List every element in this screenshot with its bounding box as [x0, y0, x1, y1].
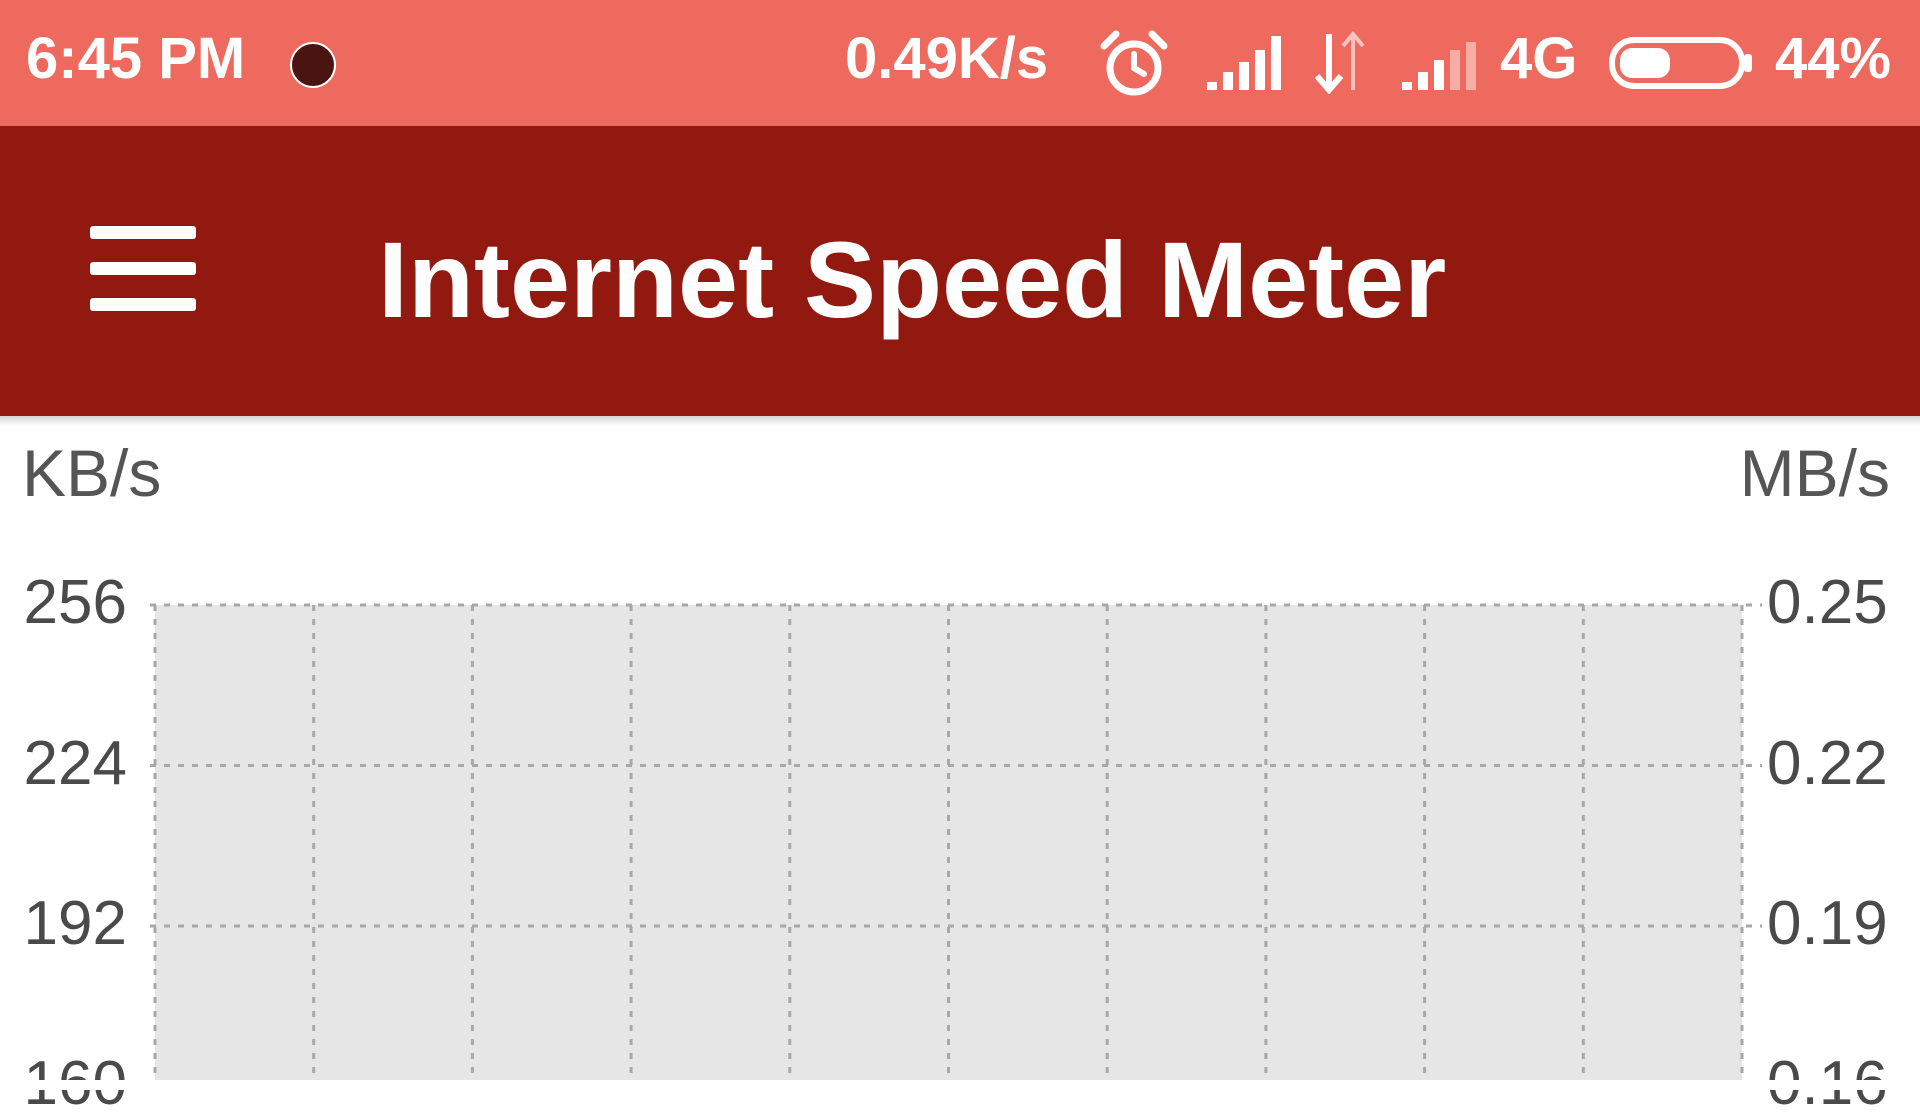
right-axis-unit: MB/s: [1739, 436, 1890, 510]
signal-strength-icon: [1402, 42, 1476, 90]
right-tick-label: 0.22: [1767, 729, 1888, 798]
left-tick-label: 256: [23, 568, 127, 637]
status-time: 6:45 PM: [26, 26, 246, 91]
battery-percentage: 44%: [1775, 26, 1892, 91]
battery-icon: [1609, 37, 1752, 89]
speed-meter-notification-icon: [290, 42, 336, 88]
signal-strength-icon: [1207, 36, 1281, 90]
app-bar: Internet Speed Meter: [0, 126, 1920, 416]
left-tick-label: 224: [23, 729, 127, 798]
app-bar-shadow: [0, 416, 1920, 426]
status-bar: 6:45 PM 0.49K/s 4G 44%: [0, 0, 1920, 126]
data-transfer-icon: [1315, 30, 1365, 94]
right-tick-label: 0.25: [1767, 568, 1888, 637]
left-tick-label: 192: [23, 889, 127, 958]
hamburger-menu-icon[interactable]: [80, 218, 200, 318]
network-type: 4G: [1500, 26, 1578, 91]
left-axis-unit: KB/s: [22, 436, 162, 510]
alarm-icon: [1100, 30, 1168, 96]
plot-area: [155, 605, 1742, 1080]
app-title: Internet Speed Meter: [378, 219, 1447, 340]
status-speed: 0.49K/s: [845, 26, 1049, 91]
right-tick-label: 0.19: [1767, 889, 1888, 958]
